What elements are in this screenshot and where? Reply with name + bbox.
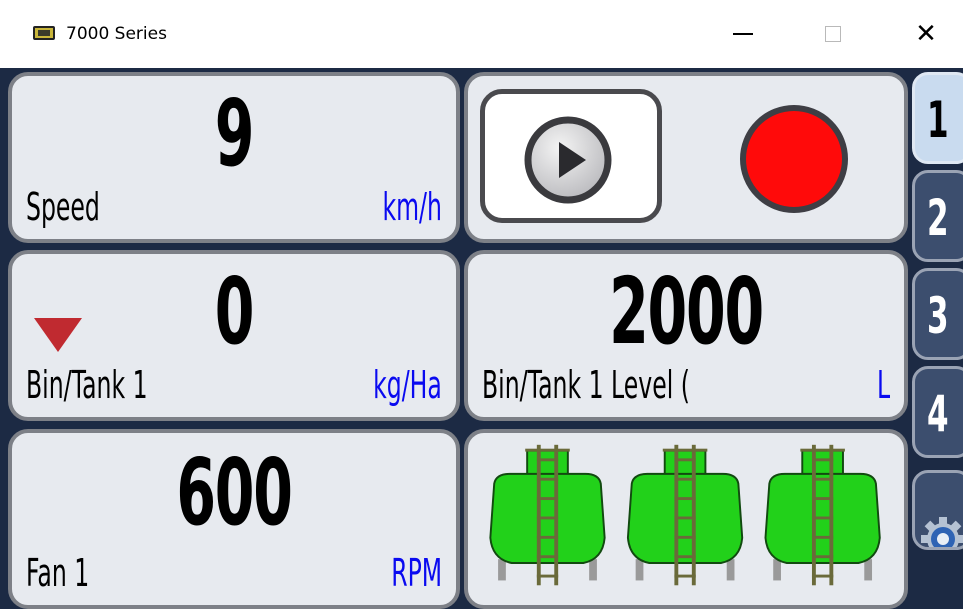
tab-1-label: 1 [927,91,949,149]
maximize-button[interactable] [810,14,856,54]
tank-icon [764,443,881,587]
app-icon [33,26,55,40]
bin-rate-label: Bin/Tank 1 [26,363,148,407]
tab-4[interactable]: 4 [912,366,963,458]
settings-button[interactable] [912,470,963,550]
bin-rate-value: 0 [214,258,255,365]
bin-level-label: Bin/Tank 1 Level ( [482,363,690,407]
maximize-icon [825,26,841,42]
tab-1[interactable]: 1 [912,72,963,164]
play-icon [524,116,612,204]
speed-unit: km/h [382,185,442,229]
window-title: 7000 Series [66,24,167,44]
down-arrow-icon [34,318,82,352]
window-titlebar: 7000 Series ✕ [0,0,963,68]
tab-2-label: 2 [927,189,949,247]
fan-tile[interactable]: 600 Fan 1 RPM [8,429,460,609]
tank-icon [489,443,606,587]
bin-level-value: 2000 [609,258,764,365]
fan-label: Fan 1 [26,551,90,595]
fan-value: 600 [176,439,293,546]
close-button[interactable]: ✕ [903,14,949,54]
tanks-tile[interactable] [464,429,908,609]
dashboard: 9 Speed km/h 0 Bin/Tank 1 kg/Ha 2000 Bin… [0,68,963,609]
play-button[interactable] [480,89,662,223]
tab-3-label: 3 [927,287,949,345]
gear-icon [921,517,963,547]
tab-4-label: 4 [927,385,949,443]
tank-icon [626,443,744,587]
close-icon: ✕ [915,19,937,49]
speed-label: Speed [26,185,100,229]
tab-2[interactable]: 2 [912,170,963,262]
minimize-icon [733,33,753,35]
record-button[interactable] [740,105,848,213]
fan-unit: RPM [391,551,442,595]
speed-tile[interactable]: 9 Speed km/h [8,72,460,243]
tanks-graphic [489,443,881,587]
bin-level-unit: L [876,363,890,407]
bin-level-tile[interactable]: 2000 Bin/Tank 1 Level ( L [464,250,908,421]
bin-rate-tile[interactable]: 0 Bin/Tank 1 kg/Ha [8,250,460,421]
tab-3[interactable]: 3 [912,268,963,360]
bin-rate-unit: kg/Ha [373,363,442,407]
speed-value: 9 [214,80,255,187]
minimize-button[interactable] [720,14,766,54]
control-tile [464,72,908,243]
